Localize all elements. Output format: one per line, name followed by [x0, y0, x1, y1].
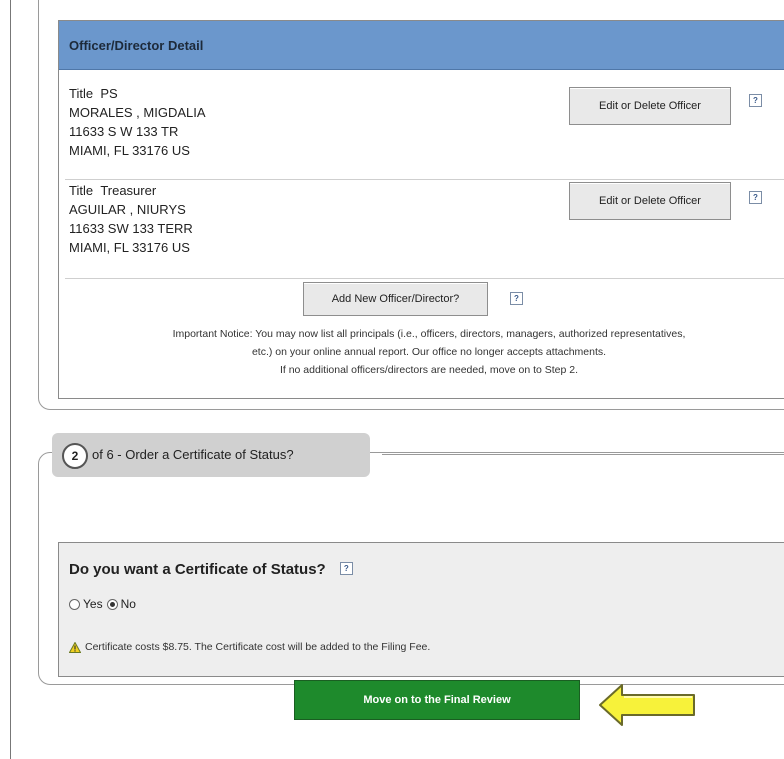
certificate-cost-note: Certificate costs $8.75. The Certificate… [69, 641, 430, 653]
officer-title-label: Title [69, 183, 94, 198]
help-icon[interactable]: ? [749, 191, 762, 204]
page-left-border [10, 0, 11, 759]
notice-line: If no additional officers/directors are … [279, 364, 579, 376]
divider [65, 179, 784, 180]
fieldset-legend-line [382, 454, 784, 455]
arrow-left-icon [599, 684, 695, 726]
officer-address-line1: 11633 SW 133 TERR [69, 221, 193, 236]
help-icon[interactable]: ? [749, 94, 762, 107]
help-icon[interactable]: ? [510, 292, 523, 305]
add-officer-button[interactable]: Add New Officer/Director? [303, 282, 488, 316]
warning-icon [69, 641, 81, 653]
certificate-radio-group: Yes No [69, 597, 136, 611]
certificate-cost-text: Certificate costs $8.75. The Certificate… [85, 641, 431, 653]
edit-officer-button[interactable]: Edit or Delete Officer [569, 182, 731, 220]
step-number-badge: 2 [62, 443, 88, 469]
officer-address-line1: 11633 S W 133 TR [69, 124, 179, 139]
certificate-question-box: Do you want a Certificate of Status? ? Y… [58, 542, 784, 677]
edit-officer-button[interactable]: Edit or Delete Officer [569, 87, 731, 125]
step-legend-text: of 6 - Order a Certificate of Status? [92, 447, 294, 462]
radio-no[interactable] [106, 598, 118, 610]
officer-director-panel: Officer/Director Detail Title PS MORALES… [58, 20, 784, 399]
radio-no-label[interactable]: No [121, 597, 136, 611]
panel-header-title: Officer/Director Detail [69, 38, 204, 53]
certificate-question: Do you want a Certificate of Status? ? [69, 561, 353, 578]
radio-yes[interactable] [69, 598, 80, 610]
final-review-button[interactable]: Move on to the Final Review [294, 680, 580, 720]
officer-address-line2: MIAMI, FL 33176 US [69, 143, 190, 158]
notice-line: Important Notice: You may now list all p… [172, 328, 686, 340]
officer-title: PS [100, 86, 118, 101]
officer-address-line2: MIAMI, FL 33176 US [69, 240, 190, 255]
officer-title-label: Title [69, 86, 94, 101]
officer-title: Treasurer [100, 183, 157, 198]
notice-line: etc.) on your online annual report. Our … [251, 346, 607, 358]
certificate-question-text: Do you want a Certificate of Status? [69, 561, 326, 578]
panel-header: Officer/Director Detail [59, 21, 784, 70]
divider [65, 278, 784, 279]
officer-name: AGUILAR , NIURYS [69, 202, 186, 217]
help-icon[interactable]: ? [339, 561, 353, 575]
officer-name: MORALES , MIGDALIA [69, 105, 206, 120]
radio-yes-label[interactable]: Yes [83, 597, 103, 611]
officer-entry: Title Treasurer AGUILAR , NIURYS 11633 S… [69, 181, 193, 257]
officer-entry: Title PS MORALES , MIGDALIA 11633 S W 13… [69, 84, 206, 160]
